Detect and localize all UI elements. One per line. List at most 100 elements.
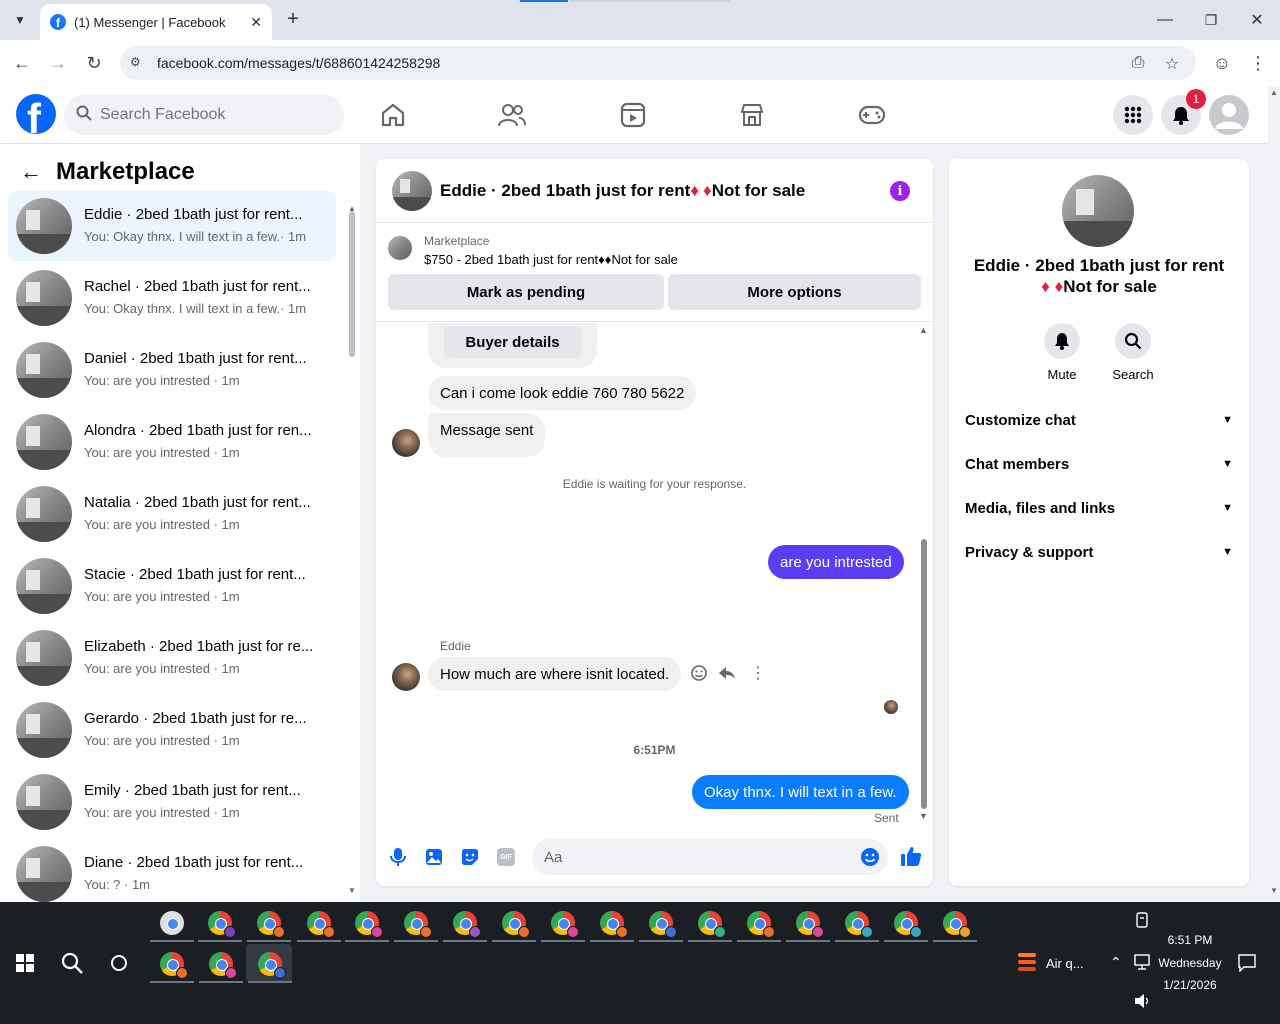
scroll-up-arrow-icon[interactable]: ▲ — [1270, 88, 1278, 97]
message-bubble-outgoing[interactable]: are you intrested — [768, 545, 904, 579]
conversation-item[interactable]: Stacie · 2bed 1bath just for rent... You:… — [8, 551, 336, 621]
message-input-box[interactable] — [532, 839, 888, 875]
conversation-item[interactable]: Eddie · 2bed 1bath just for rent... You: … — [8, 191, 336, 261]
conversation-item[interactable]: Emily · 2bed 1bath just for rent... You: … — [8, 767, 336, 837]
home-icon[interactable] — [379, 101, 407, 129]
more-actions-icon[interactable]: ⋮ — [750, 663, 766, 683]
scrollbar-thumb[interactable] — [349, 211, 355, 357]
profile-icon[interactable]: ☺ — [1210, 51, 1234, 75]
friends-icon[interactable] — [498, 101, 526, 129]
more-options-button[interactable]: More options — [668, 274, 921, 310]
restore-window-icon[interactable]: ❐ — [1198, 8, 1224, 32]
install-app-icon[interactable]: ⎙ — [1128, 54, 1148, 72]
conversation-list-scrollbar[interactable]: ▲ ▼ — [346, 204, 358, 895]
chrome-window-icon[interactable] — [160, 952, 188, 979]
photo-attach-icon[interactable] — [424, 847, 444, 867]
back-arrow-icon[interactable]: ← — [20, 159, 42, 185]
reload-icon[interactable]: ↻ — [82, 51, 106, 75]
chat-members-section[interactable]: Chat members ▼ — [965, 452, 1233, 476]
clock-time[interactable]: 6:51 PM — [1150, 933, 1230, 947]
back-arrow-icon[interactable]: ← — [10, 51, 34, 75]
chrome-profile-icon[interactable] — [796, 911, 824, 938]
new-tab-plus-icon[interactable]: + — [282, 8, 304, 30]
account-avatar[interactable] — [1209, 95, 1249, 135]
conversation-item[interactable]: Rachel · 2bed 1bath just for rent... You:… — [8, 263, 336, 333]
message-input[interactable] — [544, 839, 844, 875]
message-bubble-incoming[interactable]: How much are where isnit located. — [428, 657, 682, 691]
gaming-icon[interactable] — [858, 101, 886, 129]
listing-price-title[interactable]: $750 - 2bed 1bath just for rent♦♦Not for… — [424, 252, 678, 267]
browser-tab-messenger[interactable]: f (1) Messenger | Facebook ✕ — [40, 4, 272, 40]
chrome-profile-icon[interactable] — [943, 911, 971, 938]
device-icon[interactable] — [1134, 912, 1150, 930]
react-emoji-icon[interactable] — [690, 664, 708, 682]
chat-listing-avatar[interactable] — [392, 171, 432, 211]
customize-chat-section[interactable]: Customize chat ▼ — [965, 408, 1233, 432]
minimize-window-icon[interactable]: — — [1152, 8, 1178, 32]
chrome-window-icon[interactable] — [258, 952, 286, 979]
chrome-profile-icon[interactable] — [355, 911, 383, 938]
eddie-avatar[interactable] — [392, 429, 420, 457]
browser-menu-icon[interactable]: ⋮ — [1246, 51, 1270, 75]
message-bubble-incoming[interactable]: Message sent — [428, 413, 546, 457]
weather-air-quality-icon[interactable] — [1016, 951, 1038, 975]
conversation-item[interactable]: Alondra · 2bed 1bath just for ren... You:… — [8, 407, 336, 477]
eddie-avatar[interactable] — [392, 663, 420, 691]
facebook-logo-icon[interactable]: f — [16, 94, 56, 134]
scroll-down-arrow-icon[interactable]: ▼ — [919, 811, 928, 821]
conversation-item[interactable]: Diane · 2bed 1bath just for rent... You: … — [8, 839, 336, 909]
microphone-icon[interactable] — [388, 847, 408, 867]
cortana-circle-icon[interactable] — [110, 954, 128, 972]
conversation-item[interactable]: Gerardo · 2bed 1bath just for re... You: … — [8, 695, 336, 765]
clock-day[interactable]: Wednesday — [1150, 956, 1230, 970]
buyer-details-button[interactable]: Buyer details — [444, 326, 581, 358]
mute-button[interactable]: Mute — [1032, 323, 1092, 382]
emoji-icon[interactable] — [860, 847, 880, 867]
close-window-icon[interactable]: ✕ — [1244, 8, 1270, 32]
conversation-info-icon[interactable]: i — [890, 181, 910, 201]
page-scrollbar[interactable]: ▲ ▼ — [1268, 86, 1280, 902]
tray-overflow-chevron-icon[interactable]: ⌃ — [1110, 954, 1122, 971]
chrome-profile-icon[interactable] — [845, 911, 873, 938]
scroll-down-arrow-icon[interactable]: ▼ — [1270, 886, 1278, 895]
conversation-avatar[interactable] — [1062, 175, 1134, 247]
chrome-profile-icon[interactable] — [453, 911, 481, 938]
like-thumb-icon[interactable] — [900, 845, 922, 867]
menu-grid-icon[interactable] — [1113, 95, 1153, 135]
marketplace-icon[interactable] — [738, 101, 766, 129]
chrome-profile-icon[interactable] — [502, 911, 530, 938]
scrollbar-thumb[interactable] — [921, 539, 927, 809]
chrome-profile-icon[interactable] — [208, 911, 236, 938]
chrome-profile-icon[interactable] — [404, 911, 432, 938]
tab-search-chevron-icon[interactable]: ▼ — [8, 8, 32, 32]
windows-start-icon[interactable] — [16, 954, 34, 972]
site-settings-icon[interactable]: ⚙ — [130, 55, 148, 71]
notification-center-icon[interactable] — [1238, 954, 1256, 972]
message-bubble-incoming[interactable]: Can i come look eddie 760 780 5622 — [428, 376, 697, 410]
gif-icon[interactable]: GIF — [496, 847, 516, 867]
weather-label[interactable]: Air q... — [1046, 956, 1084, 971]
search-in-conversation-button[interactable]: Search — [1103, 323, 1163, 382]
reply-arrow-icon[interactable] — [718, 664, 736, 682]
chrome-profile-icon[interactable] — [894, 911, 922, 938]
close-tab-icon[interactable]: ✕ — [250, 14, 262, 31]
media-files-links-section[interactable]: Media, files and links ▼ — [965, 496, 1233, 520]
scroll-up-arrow-icon[interactable]: ▲ — [919, 325, 928, 335]
chrome-window-icon[interactable] — [209, 952, 237, 979]
facebook-search[interactable] — [64, 95, 344, 135]
video-icon[interactable] — [619, 101, 647, 129]
facebook-search-input[interactable] — [100, 95, 330, 135]
conversation-item[interactable]: Daniel · 2bed 1bath just for rent... You:… — [8, 335, 336, 405]
scroll-down-arrow-icon[interactable]: ▼ — [348, 886, 356, 895]
bookmark-star-icon[interactable]: ☆ — [1162, 54, 1182, 73]
privacy-support-section[interactable]: Privacy & support ▼ — [965, 540, 1233, 564]
chat-scrollbar[interactable]: ▲ ▼ — [918, 323, 930, 823]
forward-arrow-icon[interactable]: → — [46, 51, 70, 75]
conversation-item[interactable]: Elizabeth · 2bed 1bath just for re... You… — [8, 623, 336, 693]
listing-thumbnail[interactable] — [388, 236, 412, 260]
chrome-profile-icon[interactable] — [551, 911, 579, 938]
chrome-profile-icon[interactable] — [698, 911, 726, 938]
paint-app-icon[interactable] — [160, 911, 184, 935]
chat-title[interactable]: Eddie · 2bed 1bath just for rent♦ ♦Not fo… — [440, 181, 805, 201]
chrome-profile-icon[interactable] — [307, 911, 335, 938]
